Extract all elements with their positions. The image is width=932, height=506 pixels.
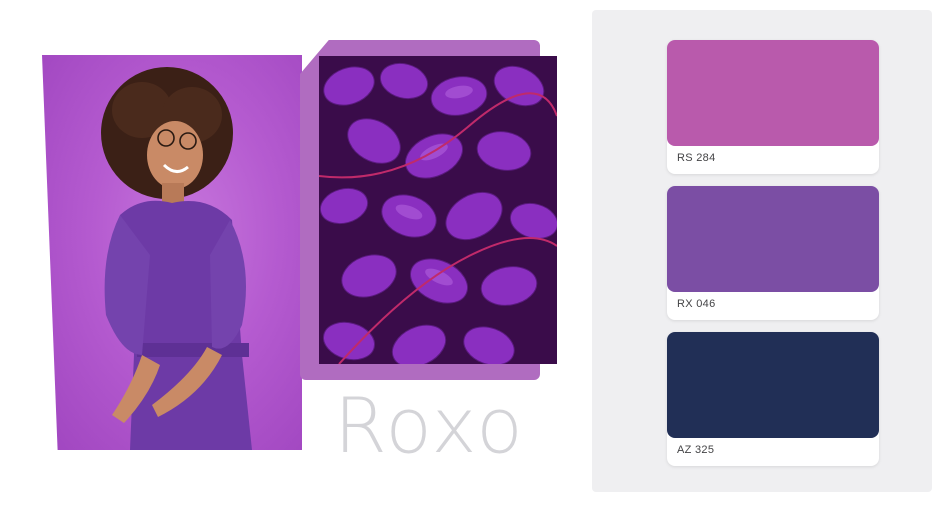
swatch-color-chip bbox=[667, 40, 879, 146]
swatch-color-chip bbox=[667, 332, 879, 438]
swatch-color-chip bbox=[667, 186, 879, 292]
color-swatch: AZ 325 bbox=[667, 332, 879, 466]
woman-illustration bbox=[101, 67, 252, 450]
swatch-code: RX 046 bbox=[677, 298, 716, 310]
color-swatch: RS 284 bbox=[667, 40, 879, 174]
swatch-code: RS 284 bbox=[677, 152, 716, 164]
swatch-panel: RS 284 RX 046 AZ 325 bbox=[592, 10, 932, 492]
page-title: Roxo bbox=[334, 381, 525, 470]
purple-leaves-photo bbox=[319, 56, 557, 364]
woman-in-purple-photo bbox=[42, 55, 302, 450]
palette-board: Roxo RS 284 RX 046 AZ 325 bbox=[0, 0, 932, 506]
color-swatch: RX 046 bbox=[667, 186, 879, 320]
swatch-code: AZ 325 bbox=[677, 444, 715, 456]
leaves-illustration bbox=[319, 56, 557, 364]
